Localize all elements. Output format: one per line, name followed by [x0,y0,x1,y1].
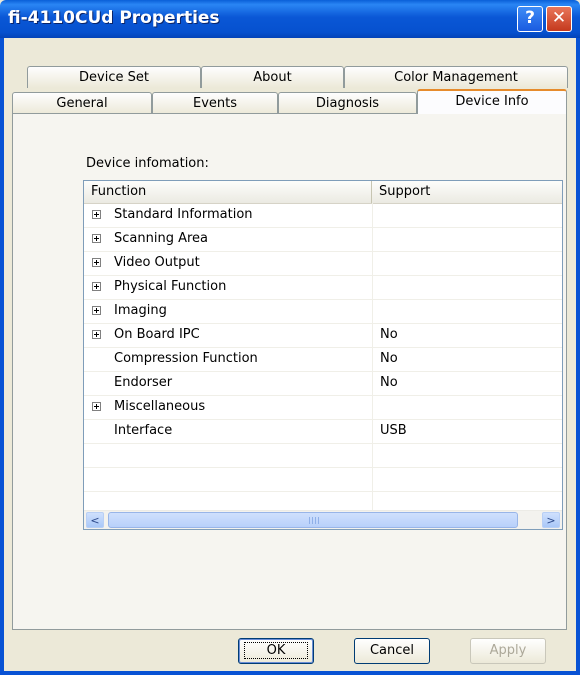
expand-plus-icon[interactable] [92,234,101,243]
function-label: On Board IPC [114,327,200,342]
cancel-button[interactable]: Cancel [354,638,430,664]
function-cell: Physical Function [84,275,373,299]
apply-button[interactable]: Apply [470,638,546,664]
function-cell: Scanning Area [84,227,373,251]
function-label: Interface [114,423,173,438]
tab-events[interactable]: Events [152,92,278,114]
expand-plus-icon[interactable] [92,330,101,339]
close-button[interactable]: ✕ [546,6,572,32]
scroll-right-button[interactable]: > [542,512,560,528]
ok-button[interactable]: OK [238,638,314,664]
function-label: Miscellaneous [114,399,206,414]
list-item[interactable]: On Board IPC No [84,323,562,348]
function-cell: Interface [84,419,373,443]
column-header-support[interactable]: Support [372,181,562,203]
support-cell: No [380,375,398,390]
window-frame-bottom [0,671,580,675]
tab-color-management[interactable]: Color Management [344,66,568,88]
function-cell [84,443,373,467]
column-header-function[interactable]: Function [84,181,372,203]
list-item[interactable]: Compression Function No [84,347,562,372]
device-info-list[interactable]: Function Support Standard Information Sca… [83,180,563,530]
support-cell: No [380,327,398,342]
list-item[interactable]: Physical Function [84,275,562,300]
function-label: Physical Function [114,279,227,294]
tab-general[interactable]: General [12,92,152,114]
tab-about[interactable]: About [201,66,344,88]
function-cell: Compression Function [84,347,373,371]
window-frame-right [576,38,580,675]
function-cell: Miscellaneous [84,395,373,419]
window-title: fi-4110CUd Properties [8,8,220,28]
function-cell [84,467,373,491]
tab-device-info[interactable]: Device Info [417,89,567,114]
list-item[interactable]: Video Output [84,251,562,276]
function-label: Endorser [114,375,173,390]
function-label: Video Output [114,255,200,270]
section-label: Device infomation: [86,156,209,171]
function-cell: Video Output [84,251,373,275]
ok-button-label: OK [243,642,309,659]
list-item[interactable] [84,443,562,468]
function-cell: On Board IPC [84,323,373,347]
list-item[interactable]: Interface USB [84,419,562,444]
tab-diagnosis[interactable]: Diagnosis [278,92,417,114]
support-cell: USB [380,423,407,438]
tab-device-set[interactable]: Device Set [27,66,201,88]
expand-plus-icon[interactable] [92,402,101,411]
expand-plus-icon[interactable] [92,258,101,267]
function-label: Imaging [114,303,167,318]
properties-dialog: fi-4110CUd Properties ? ✕ Device Set Abo… [0,0,580,675]
scroll-grip-icon [309,517,319,524]
scroll-thumb[interactable] [108,512,518,528]
title-bar[interactable]: fi-4110CUd Properties ? ✕ [0,0,580,38]
list-header: Function Support [84,181,562,204]
horizontal-scrollbar[interactable]: < > [84,510,562,529]
list-item[interactable]: Miscellaneous [84,395,562,420]
list-item[interactable]: Endorser No [84,371,562,396]
function-cell: Endorser [84,371,373,395]
function-cell: Standard Information [84,203,373,227]
help-button[interactable]: ? [517,6,543,32]
function-label: Compression Function [114,351,258,366]
function-label: Scanning Area [114,231,208,246]
list-item[interactable]: Imaging [84,299,562,324]
function-cell: Imaging [84,299,373,323]
scroll-left-button[interactable]: < [86,512,104,528]
list-item[interactable]: Standard Information [84,203,562,228]
support-cell: No [380,351,398,366]
window-frame-left [0,38,4,675]
list-item[interactable]: Scanning Area [84,227,562,252]
expand-plus-icon[interactable] [92,210,101,219]
list-item[interactable] [84,467,562,492]
expand-plus-icon[interactable] [92,282,101,291]
expand-plus-icon[interactable] [92,306,101,315]
function-label: Standard Information [114,207,253,222]
